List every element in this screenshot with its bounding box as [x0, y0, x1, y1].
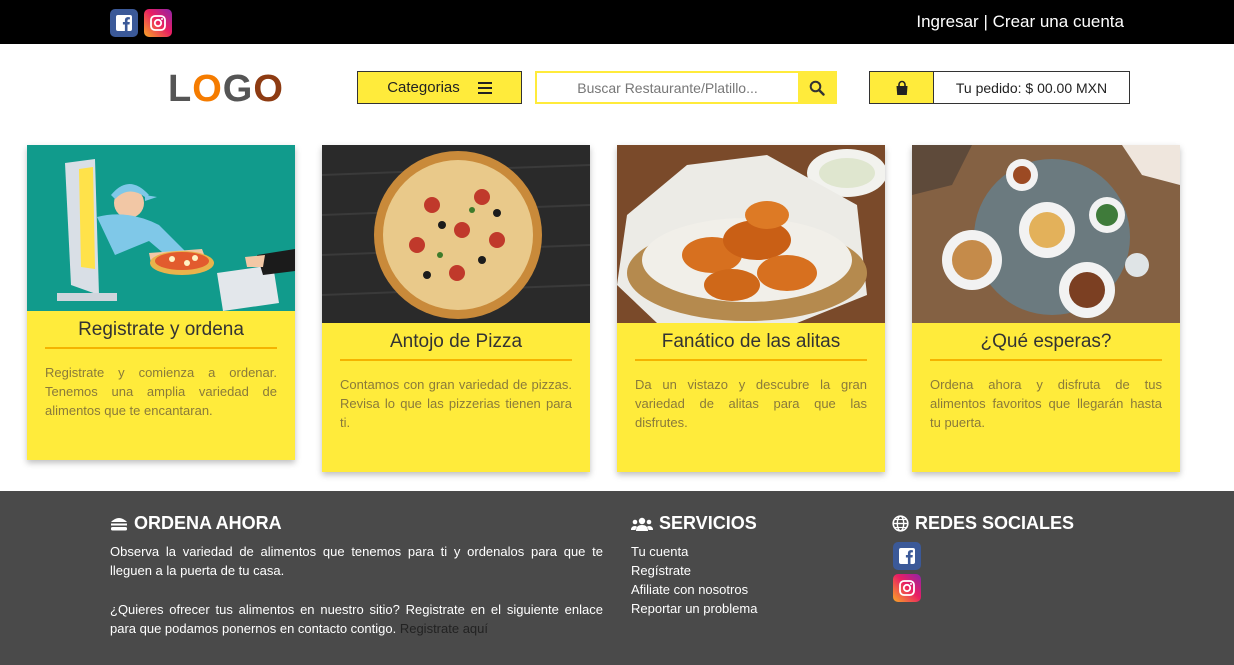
footer-paragraph: Observa la variedad de alimentos que ten…: [110, 544, 603, 578]
card-title: Registrate y ordena: [45, 319, 277, 349]
facebook-icon[interactable]: [110, 9, 138, 37]
card-register[interactable]: Registrate y ordena Registrate y comienz…: [27, 145, 295, 460]
order-total: Tu pedido: $ 00.00 MXN: [955, 79, 1108, 96]
footer-heading-social: REDES SOCIALES: [892, 513, 1074, 534]
link-your-account[interactable]: Tu cuenta: [631, 542, 757, 561]
card-image: [617, 145, 885, 323]
footer: ORDENA AHORA Observa la variedad de alim…: [0, 491, 1234, 665]
logo[interactable]: LOGO: [168, 68, 284, 111]
card-wings[interactable]: Fanático de las alitas Da un vistazo y d…: [617, 145, 885, 472]
card-text: Ordena ahora y disfruta de tus alimentos…: [930, 377, 1162, 430]
footer-paragraph-text: ¿Quieres ofrecer tus alimentos en nuestr…: [110, 602, 603, 636]
card-title: Antojo de Pizza: [340, 331, 572, 361]
card-text: Registrate y comienza a ordenar. Tenemos…: [45, 365, 277, 418]
signup-link[interactable]: Crear una cuenta: [993, 12, 1124, 31]
card-image: [27, 145, 295, 311]
top-bar: Ingresar | Crear una cuenta: [0, 0, 1234, 44]
search-button[interactable]: [798, 73, 835, 102]
logo-letter: L: [168, 68, 193, 110]
search-input[interactable]: [537, 73, 798, 102]
categories-label: Categorias: [387, 79, 460, 96]
services-links: Tu cuenta Regístrate Afiliate con nosotr…: [631, 542, 757, 618]
categories-button[interactable]: Categorias: [357, 71, 522, 104]
globe-icon: [892, 515, 909, 532]
order-summary[interactable]: Tu pedido: $ 00.00 MXN: [869, 71, 1130, 104]
card-image: [322, 145, 590, 323]
logo-letter: O: [192, 68, 223, 110]
card-title: ¿Qué esperas?: [930, 331, 1162, 361]
auth-separator: |: [983, 12, 988, 31]
footer-heading-text: ORDENA AHORA: [134, 513, 282, 533]
footer-heading-text: SERVICIOS: [659, 513, 757, 533]
search-icon: [809, 80, 825, 96]
burger-icon: [111, 517, 127, 530]
logo-letter: G: [222, 68, 254, 110]
footer-paragraph: ¿Quieres ofrecer tus alimentos en nuestr…: [110, 600, 603, 638]
footer-heading-text: REDES SOCIALES: [915, 513, 1075, 533]
register-here-link[interactable]: Registrate aquí: [400, 621, 488, 636]
link-affiliate[interactable]: Afiliate con nosotros: [631, 580, 757, 599]
search-bar: [535, 71, 837, 104]
cart-button[interactable]: [870, 72, 934, 103]
card-text: Contamos con gran variedad de pizzas. Re…: [340, 377, 572, 430]
shopping-bag-icon: [896, 80, 907, 95]
footer-heading-order: ORDENA AHORA: [110, 513, 282, 534]
card-image: [912, 145, 1180, 323]
login-link[interactable]: Ingresar: [916, 12, 978, 31]
card-title: Fanático de las alitas: [635, 331, 867, 361]
facebook-icon[interactable]: [893, 542, 921, 570]
menu-icon: [477, 81, 492, 94]
link-report-problem[interactable]: Reportar un problema: [631, 599, 757, 618]
link-register[interactable]: Regístrate: [631, 561, 757, 580]
instagram-icon[interactable]: [893, 574, 921, 602]
users-icon: [631, 517, 653, 531]
footer-heading-services: SERVICIOS: [631, 513, 757, 534]
card-pizza[interactable]: Antojo de Pizza Contamos con gran varied…: [322, 145, 590, 472]
card-order-now[interactable]: ¿Qué esperas? Ordena ahora y disfruta de…: [912, 145, 1180, 472]
logo-letter: O: [253, 68, 284, 110]
auth-links: Ingresar | Crear una cuenta: [916, 12, 1124, 32]
instagram-icon[interactable]: [144, 9, 172, 37]
card-text: Da un vistazo y descubre la gran varieda…: [635, 377, 867, 430]
